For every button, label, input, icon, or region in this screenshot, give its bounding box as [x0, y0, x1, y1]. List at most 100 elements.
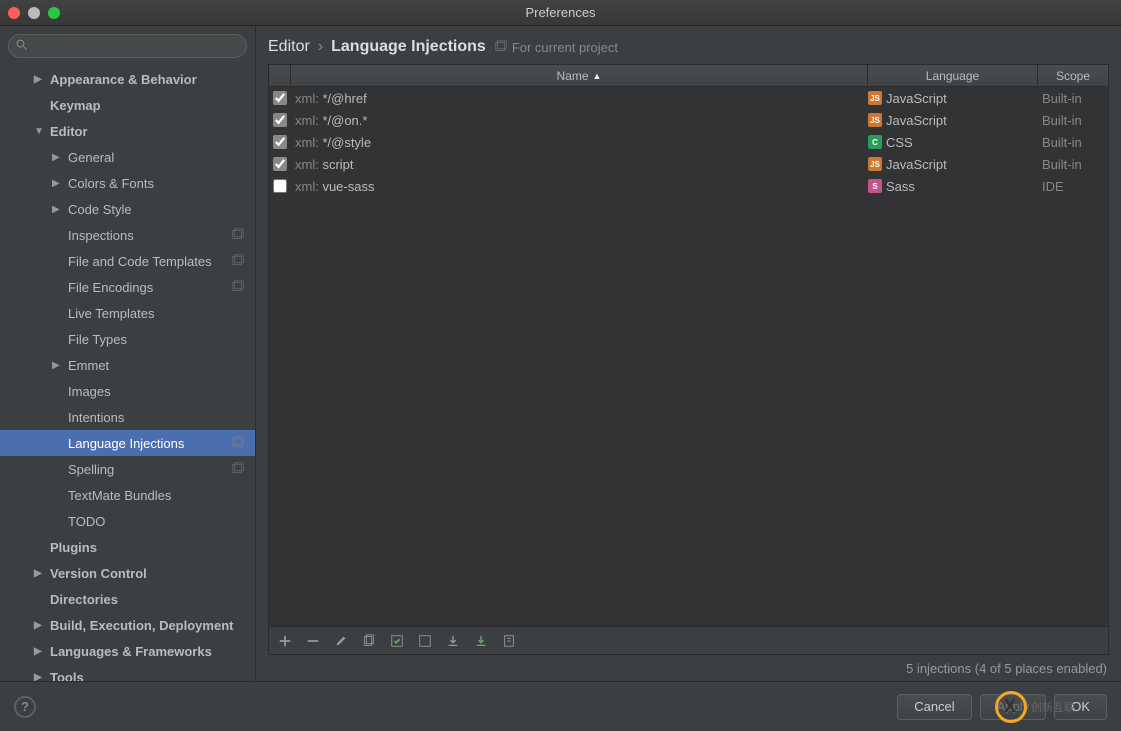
- sidebar-item-file-and-code-templates[interactable]: ▶File and Code Templates: [0, 248, 255, 274]
- row-name: xml: vue-sass: [291, 179, 868, 194]
- apply-button[interactable]: Apply: [980, 694, 1047, 720]
- sidebar-item-languages-frameworks[interactable]: ▶Languages & Frameworks: [0, 638, 255, 664]
- project-icon: [494, 40, 508, 54]
- search-icon: [16, 39, 28, 51]
- sidebar-item-label: Language Injections: [68, 436, 184, 451]
- dialog-footer: ? Cancel Apply OK: [0, 681, 1121, 731]
- maximize-icon[interactable]: [48, 7, 60, 19]
- window-controls: [8, 7, 60, 19]
- sidebar-item-editor[interactable]: ▼Editor: [0, 118, 255, 144]
- disable-button[interactable]: [417, 633, 433, 649]
- col-enabled[interactable]: [269, 65, 291, 86]
- js-icon: JS: [868, 157, 882, 171]
- js-icon: JS: [868, 91, 882, 105]
- sidebar-item-inspections[interactable]: ▶Inspections: [0, 222, 255, 248]
- sidebar-item-label: Build, Execution, Deployment: [50, 618, 233, 633]
- copy-button[interactable]: [361, 633, 377, 649]
- expand-icon: ▼: [34, 126, 50, 137]
- row-scope: Built-in: [1038, 135, 1108, 150]
- js-icon: JS: [868, 113, 882, 127]
- expand-icon: ▶: [52, 152, 68, 163]
- row-name: xml: script: [291, 157, 868, 172]
- help-button[interactable]: ?: [14, 696, 36, 718]
- sidebar-item-directories[interactable]: ▶Directories: [0, 586, 255, 612]
- sidebar-item-textmate-bundles[interactable]: ▶TextMate Bundles: [0, 482, 255, 508]
- sidebar-item-file-types[interactable]: ▶File Types: [0, 326, 255, 352]
- sidebar-item-plugins[interactable]: ▶Plugins: [0, 534, 255, 560]
- sidebar-item-language-injections[interactable]: ▶Language Injections: [0, 430, 255, 456]
- row-checkbox[interactable]: [273, 113, 287, 127]
- table-row[interactable]: xml: scriptJSJavaScriptBuilt-in: [269, 153, 1108, 175]
- expand-icon: ▶: [34, 646, 50, 657]
- sidebar-item-label: Inspections: [68, 228, 134, 243]
- sidebar-item-intentions[interactable]: ▶Intentions: [0, 404, 255, 430]
- row-name: xml: */@style: [291, 135, 868, 150]
- sidebar-item-label: Code Style: [68, 202, 132, 217]
- sidebar-item-tools[interactable]: ▶Tools: [0, 664, 255, 681]
- table-row[interactable]: xml: */@styleCCSSBuilt-in: [269, 131, 1108, 153]
- expand-icon: ▶: [52, 204, 68, 215]
- table-row[interactable]: xml: */@hrefJSJavaScriptBuilt-in: [269, 87, 1108, 109]
- sidebar-item-general[interactable]: ▶General: [0, 144, 255, 170]
- sidebar-item-file-encodings[interactable]: ▶File Encodings: [0, 274, 255, 300]
- row-checkbox[interactable]: [273, 91, 287, 105]
- sidebar-item-code-style[interactable]: ▶Code Style: [0, 196, 255, 222]
- sidebar-item-label: TODO: [68, 514, 105, 529]
- close-icon[interactable]: [8, 7, 20, 19]
- sidebar-item-label: Editor: [50, 124, 88, 139]
- search-input[interactable]: [8, 34, 247, 58]
- sidebar-item-build-execution-deployment[interactable]: ▶Build, Execution, Deployment: [0, 612, 255, 638]
- sidebar-item-spelling[interactable]: ▶Spelling: [0, 456, 255, 482]
- breadcrumb-parent[interactable]: Editor: [268, 38, 310, 56]
- export-button[interactable]: [473, 633, 489, 649]
- sidebar-item-emmet[interactable]: ▶Emmet: [0, 352, 255, 378]
- cancel-button[interactable]: Cancel: [897, 694, 971, 720]
- row-checkbox[interactable]: [273, 135, 287, 149]
- project-icon: [231, 280, 245, 294]
- row-checkbox[interactable]: [273, 179, 287, 193]
- edit-button[interactable]: [333, 633, 349, 649]
- sidebar-item-version-control[interactable]: ▶Version Control: [0, 560, 255, 586]
- col-scope[interactable]: Scope: [1038, 65, 1108, 86]
- sidebar-item-colors-fonts[interactable]: ▶Colors & Fonts: [0, 170, 255, 196]
- share-button[interactable]: [501, 633, 517, 649]
- row-language: JSJavaScript: [868, 113, 1038, 128]
- css-icon: C: [868, 135, 882, 149]
- sidebar-item-label: Emmet: [68, 358, 109, 373]
- project-scope-note: For current project: [494, 40, 618, 55]
- sidebar-item-label: Plugins: [50, 540, 97, 555]
- add-button[interactable]: [277, 633, 293, 649]
- sidebar-item-label: Tools: [50, 670, 84, 682]
- expand-icon: ▶: [52, 360, 68, 371]
- expand-icon: ▶: [34, 672, 50, 682]
- col-language[interactable]: Language: [868, 65, 1038, 86]
- expand-icon: ▶: [52, 178, 68, 189]
- row-name: xml: */@on.*: [291, 113, 868, 128]
- row-scope: IDE: [1038, 179, 1108, 194]
- sidebar-item-appearance-behavior[interactable]: ▶Appearance & Behavior: [0, 66, 255, 92]
- sidebar-item-label: Keymap: [50, 98, 101, 113]
- ok-button[interactable]: OK: [1054, 694, 1107, 720]
- sidebar-item-images[interactable]: ▶Images: [0, 378, 255, 404]
- breadcrumb-sep: ›: [318, 38, 323, 56]
- sidebar-item-label: File Encodings: [68, 280, 153, 295]
- table-row[interactable]: xml: vue-sassSSassIDE: [269, 175, 1108, 197]
- remove-button[interactable]: [305, 633, 321, 649]
- minimize-icon[interactable]: [28, 7, 40, 19]
- sidebar-item-label: Appearance & Behavior: [50, 72, 197, 87]
- row-language: JSJavaScript: [868, 91, 1038, 106]
- row-language: CCSS: [868, 135, 1038, 150]
- sidebar: ▶Appearance & Behavior▶Keymap▼Editor▶Gen…: [0, 26, 256, 681]
- col-name[interactable]: Name▲: [291, 65, 868, 86]
- import-button[interactable]: [445, 633, 461, 649]
- sidebar-item-live-templates[interactable]: ▶Live Templates: [0, 300, 255, 326]
- sidebar-item-label: Languages & Frameworks: [50, 644, 212, 659]
- enable-button[interactable]: [389, 633, 405, 649]
- table-row[interactable]: xml: */@on.*JSJavaScriptBuilt-in: [269, 109, 1108, 131]
- sidebar-item-label: Live Templates: [68, 306, 154, 321]
- table-header: Name▲ Language Scope: [269, 65, 1108, 87]
- sidebar-item-label: General: [68, 150, 114, 165]
- sidebar-item-keymap[interactable]: ▶Keymap: [0, 92, 255, 118]
- row-checkbox[interactable]: [273, 157, 287, 171]
- sidebar-item-todo[interactable]: ▶TODO: [0, 508, 255, 534]
